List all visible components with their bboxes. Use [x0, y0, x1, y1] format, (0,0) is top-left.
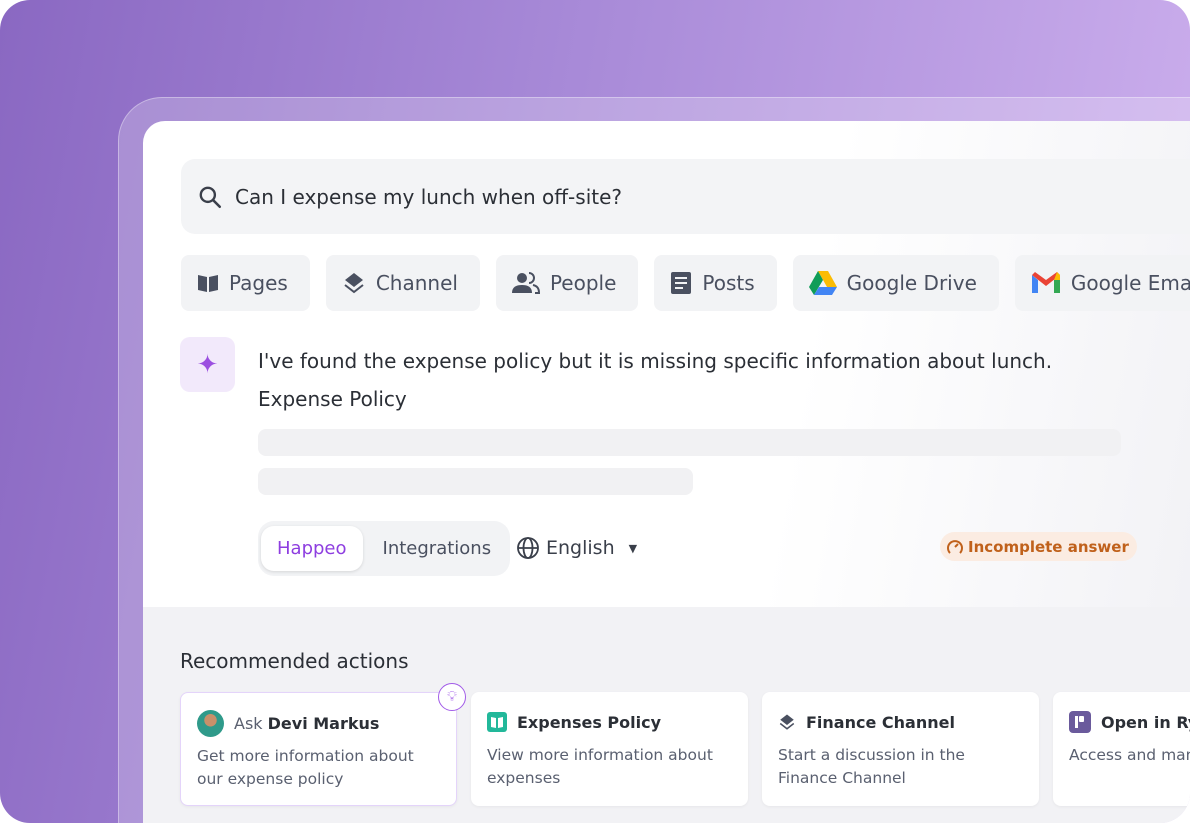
filter-label: Google Emails	[1070, 271, 1190, 295]
filter-label: People	[549, 271, 617, 295]
card-description: View more information about expenses	[487, 746, 713, 787]
action-card-rydoo[interactable]: Open in Rydoo Access and manage via Rydo…	[1053, 692, 1190, 806]
card-description: Access and manage via Rydoo	[1069, 746, 1190, 764]
gmail-icon	[1031, 272, 1060, 293]
source-toggle: Happeo Integrations	[258, 521, 511, 576]
lightbulb-icon: 💡︎	[438, 683, 466, 711]
card-description: Start a discussion in the Finance Channe…	[778, 746, 965, 787]
chevron-down-icon: ▼	[628, 541, 638, 555]
filter-channel[interactable]: Channel	[325, 255, 480, 311]
filter-label: Pages	[229, 271, 288, 295]
filter-label: Channel	[375, 271, 458, 295]
document-icon	[671, 272, 692, 294]
loading-placeholder	[258, 468, 693, 495]
tab-integrations[interactable]: Integrations	[367, 526, 508, 571]
globe-icon	[517, 537, 539, 559]
background: Can I expense my lunch when off-site? Pa…	[0, 0, 1190, 823]
recommended-actions-section: Recommended actions 💡︎ Ask Devi Markus G…	[143, 607, 1190, 823]
people-icon	[511, 272, 540, 294]
answer-text: I've found the expense policy but it is …	[258, 349, 1053, 373]
filter-google-emails[interactable]: Google Emails	[1014, 255, 1190, 311]
rydoo-icon	[1069, 711, 1091, 733]
filter-label: Posts	[702, 271, 755, 295]
filter-posts[interactable]: Posts	[654, 255, 777, 311]
search-query: Can I expense my lunch when off-site?	[235, 184, 623, 209]
tab-happeo[interactable]: Happeo	[261, 526, 363, 571]
card-description: Get more information about our expense p…	[197, 747, 414, 788]
avatar	[197, 709, 224, 737]
answer-source-title[interactable]: Expense Policy	[258, 387, 407, 411]
filter-people[interactable]: People	[495, 255, 639, 311]
filter-google-drive[interactable]: Google Drive	[792, 255, 999, 311]
google-drive-icon	[808, 271, 837, 295]
loading-placeholder	[258, 429, 1121, 456]
language-value: English	[546, 537, 615, 559]
ai-sparkle-icon: ✦	[180, 337, 235, 392]
gauge-icon	[947, 539, 963, 554]
filter-chips: Pages Channel People Posts Google Drive …	[181, 255, 1190, 311]
section-title: Recommended actions	[180, 649, 409, 673]
card-title: Devi Markus	[267, 713, 380, 733]
card-title: Expenses Policy	[517, 712, 662, 732]
action-card-ask-person[interactable]: 💡︎ Ask Devi Markus Get more information …	[180, 683, 466, 806]
layers-icon	[779, 714, 795, 730]
action-card-finance-channel[interactable]: Finance Channel Start a discussion in th…	[762, 692, 1039, 806]
status-badge: Incomplete answer	[940, 532, 1137, 561]
card-prefix: Ask	[234, 713, 263, 733]
language-select[interactable]: English ▼	[516, 536, 637, 560]
action-card-expenses-policy[interactable]: Expenses Policy View more information ab…	[471, 692, 748, 806]
search-input[interactable]: Can I expense my lunch when off-site?	[181, 159, 1190, 234]
layers-icon	[344, 273, 364, 294]
filter-label: Google Drive	[846, 271, 977, 295]
search-icon	[199, 186, 222, 208]
filter-pages[interactable]: Pages	[181, 255, 310, 311]
card-title: Finance Channel	[806, 712, 955, 732]
search-panel: Can I expense my lunch when off-site? Pa…	[143, 121, 1190, 823]
book-icon	[487, 712, 507, 732]
book-icon	[198, 275, 218, 292]
status-text: Incomplete answer	[968, 537, 1129, 556]
card-title: Open in Rydoo	[1101, 712, 1190, 732]
